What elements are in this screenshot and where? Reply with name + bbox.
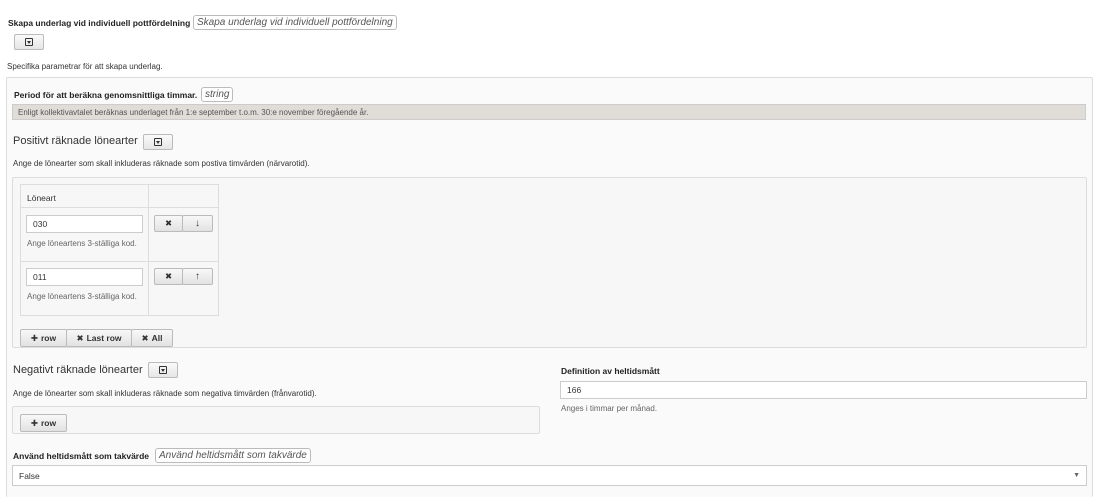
- column-header-loneart: Löneart: [27, 193, 56, 203]
- caret-down-icon: [25, 38, 33, 46]
- remove-row-button[interactable]: ✖: [154, 268, 183, 285]
- period-label: Period för att beräkna genomsnittliga ti…: [14, 90, 198, 100]
- underlag-description: Specifika parametrar för att skapa under…: [7, 62, 163, 71]
- loneart-input[interactable]: 011: [26, 268, 143, 286]
- arrow-down-icon: ↓: [195, 218, 200, 229]
- negative-collapse-button[interactable]: [148, 362, 178, 378]
- loneart-input[interactable]: 030: [26, 215, 143, 233]
- chevron-down-icon: ▼: [1073, 472, 1080, 479]
- add-row-label: row: [41, 333, 57, 343]
- plus-icon: ✚: [30, 332, 38, 343]
- add-row-button[interactable]: ✚ row: [20, 329, 67, 347]
- remove-all-label: All: [151, 333, 163, 343]
- heltid-label: Definition av heltidsmått: [561, 366, 660, 376]
- remove-row-button[interactable]: ✖: [154, 215, 183, 232]
- takvarde-select[interactable]: False ▼: [12, 465, 1087, 486]
- positive-title: Positivt räknade lönearter: [13, 135, 138, 147]
- caret-down-icon: [154, 138, 162, 146]
- takvarde-selected-value: False: [19, 470, 40, 481]
- loneart-help: Ange löneartens 3-ställiga kod.: [27, 292, 137, 301]
- add-row-label: row: [41, 418, 57, 428]
- close-icon: ✖: [141, 332, 149, 343]
- remove-all-button[interactable]: ✖ All: [131, 329, 173, 347]
- close-icon: ✖: [76, 332, 84, 343]
- move-down-button[interactable]: ↓: [182, 215, 213, 232]
- negative-array-panel: [12, 406, 540, 434]
- move-up-button[interactable]: ↑: [182, 268, 213, 285]
- takvarde-badge: Använd heltidsmått som takvärde: [155, 448, 311, 463]
- table-header-actions: [148, 184, 219, 208]
- caret-down-icon: [159, 366, 167, 374]
- table-row: 011 Ange löneartens 3-ställiga kod.: [20, 261, 149, 316]
- arrow-up-icon: ↑: [195, 271, 200, 282]
- table-row: 030 Ange löneartens 3-ställiga kod.: [20, 207, 149, 262]
- table-header-cell: Löneart: [20, 184, 149, 208]
- underlag-badge: Skapa underlag vid individuell pottförde…: [193, 15, 397, 30]
- period-badge: string: [201, 87, 234, 102]
- negative-title: Negativt räknade lönearter: [13, 364, 143, 376]
- underlag-label: Skapa underlag vid individuell pottförde…: [8, 18, 191, 28]
- plus-icon: ✚: [30, 417, 38, 428]
- remove-last-label: Last row: [86, 333, 122, 343]
- period-info: Enligt kollektivavtalet beräknas underla…: [12, 104, 1086, 120]
- table-row-actions: ✖ ↓: [148, 207, 219, 262]
- close-icon: ✖: [164, 271, 173, 281]
- loneart-help: Ange löneartens 3-ställiga kod.: [27, 239, 137, 248]
- underlag-collapse-button[interactable]: [14, 34, 44, 50]
- negative-description: Ange de lönearter som skall inkluderas r…: [13, 389, 317, 398]
- positive-description: Ange de lönearter som skall inkluderas r…: [13, 159, 310, 168]
- add-row-button[interactable]: ✚ row: [20, 414, 67, 432]
- remove-last-row-button[interactable]: ✖ Last row: [66, 329, 132, 347]
- heltid-help: Anges i timmar per månad.: [561, 404, 658, 413]
- takvarde-label: Använd heltidsmått som takvärde: [13, 451, 150, 461]
- close-icon: ✖: [164, 218, 173, 228]
- positive-collapse-button[interactable]: [143, 134, 173, 150]
- heltid-input[interactable]: 166: [560, 381, 1087, 399]
- table-row-actions: ✖ ↑: [148, 261, 219, 316]
